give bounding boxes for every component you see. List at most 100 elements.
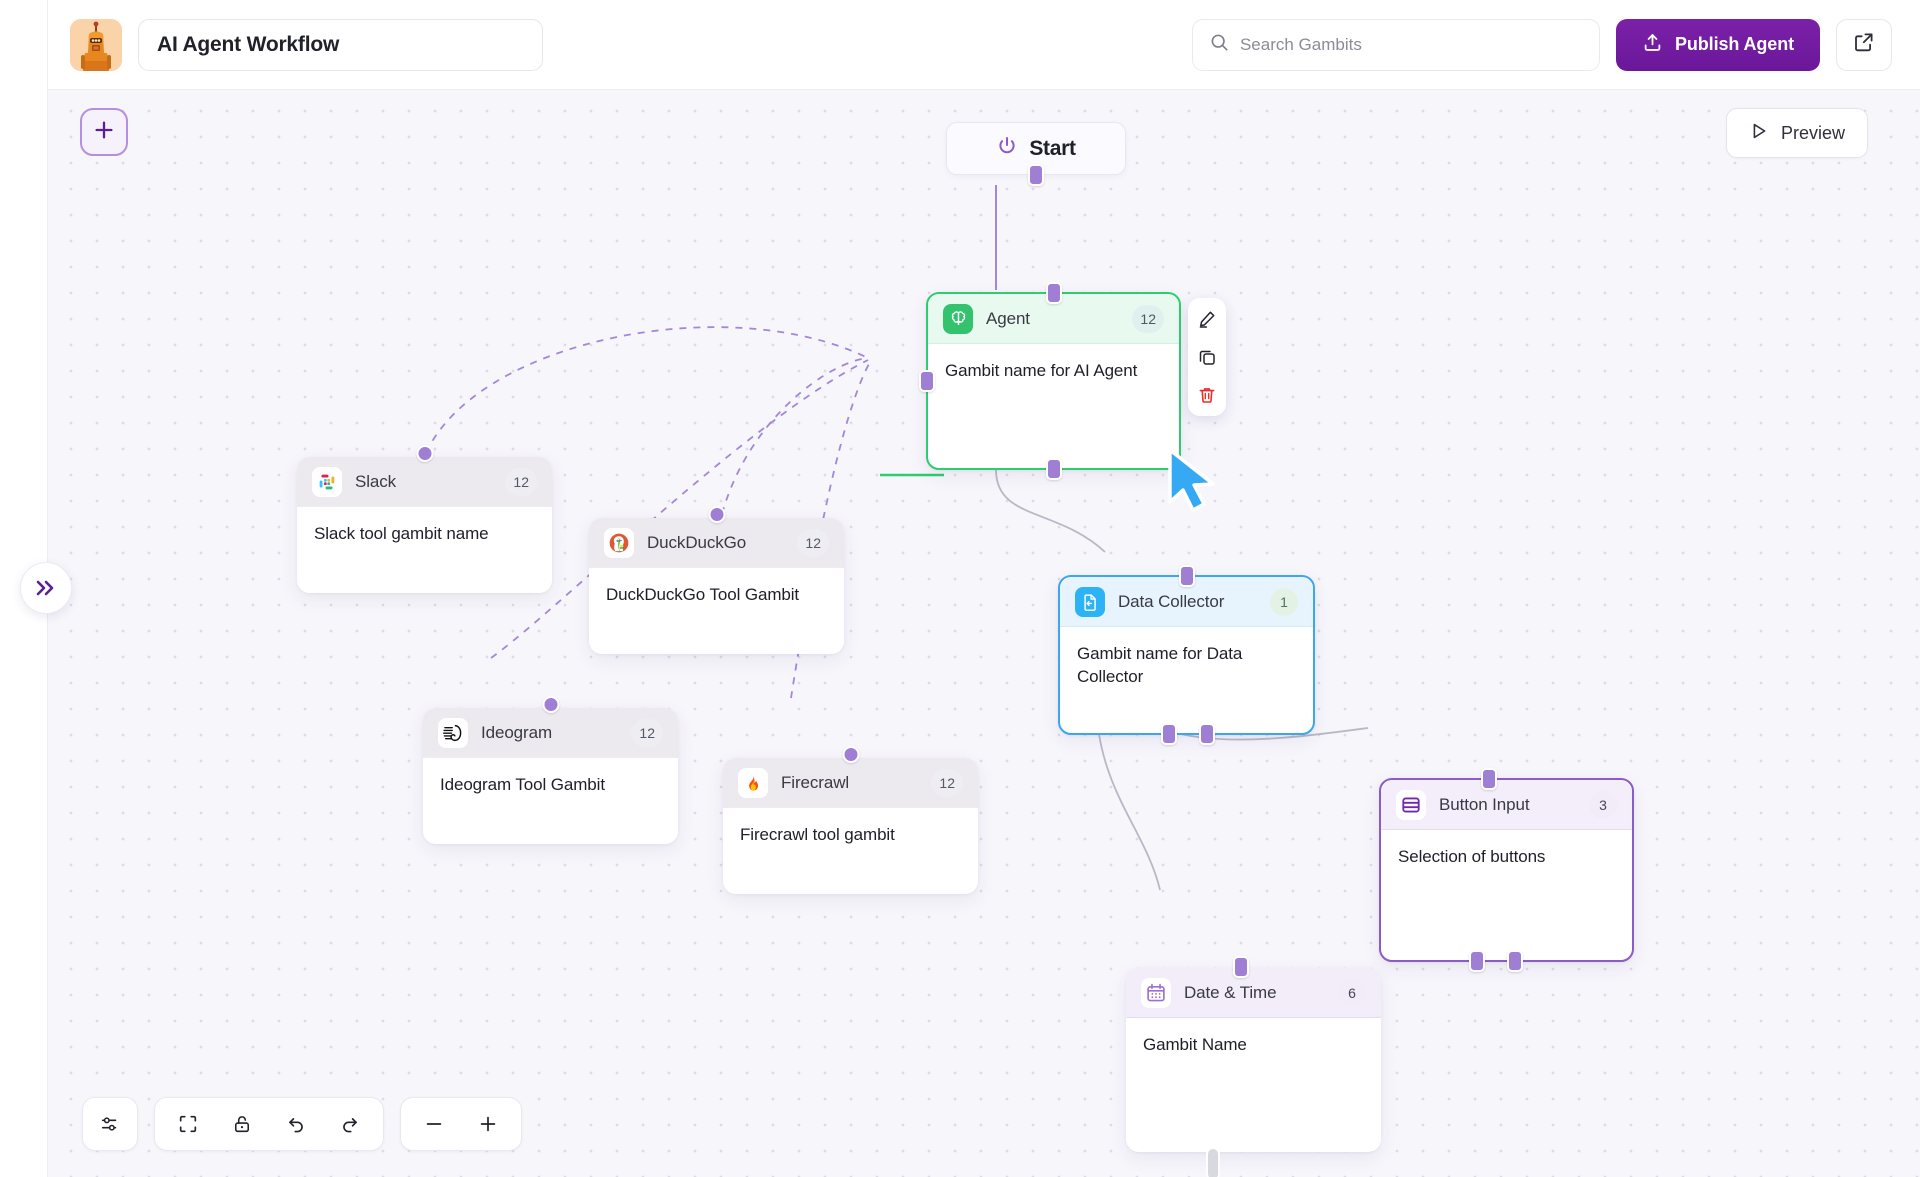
node-firecrawl-output-handle[interactable]	[842, 746, 859, 763]
node-ideogram-badge: 12	[631, 719, 663, 747]
node-agent-inner: Agent 12 Gambit name for AI Agent	[928, 294, 1179, 468]
node-firecrawl-body: Firecrawl tool gambit	[723, 808, 978, 861]
canvas-scrollbar-thumb[interactable]	[1206, 1147, 1220, 1177]
node-button-input-output-handle-2[interactable]	[1507, 950, 1523, 972]
calendar-icon	[1141, 978, 1171, 1008]
node-agent-title: Agent	[986, 309, 1119, 329]
node-ideogram-output-handle[interactable]	[542, 696, 559, 713]
publish-agent-button[interactable]: Publish Agent	[1616, 19, 1820, 71]
start-node-label: Start	[1029, 137, 1075, 161]
node-ideogram[interactable]: Ideogram 12 Ideogram Tool Gambit	[423, 708, 678, 844]
pencil-icon	[1197, 309, 1217, 329]
node-ideogram-inner: Ideogram 12 Ideogram Tool Gambit	[423, 708, 678, 844]
canvas-settings-button[interactable]	[83, 1097, 137, 1151]
play-icon	[1749, 121, 1769, 146]
edge-slack-to-agent	[426, 327, 868, 453]
node-slack-title: Slack	[355, 472, 492, 492]
workflow-canvas[interactable]: Preview Start	[48, 90, 1920, 1177]
node-button-input-title: Button Input	[1439, 795, 1576, 815]
start-node-output-handle[interactable]	[1028, 164, 1044, 186]
undo-icon	[285, 1113, 307, 1135]
duplicate-node-button[interactable]	[1194, 344, 1220, 370]
node-data-collector-title: Data Collector	[1118, 592, 1257, 612]
node-agent-toolbar[interactable]	[1188, 298, 1226, 416]
node-agent-input-handle[interactable]	[1046, 282, 1062, 304]
slack-icon	[312, 467, 342, 497]
node-data-collector-inner: Data Collector 1 Gambit name for Data Co…	[1060, 577, 1313, 733]
node-date-time-badge: 6	[1338, 979, 1366, 1007]
node-duckduckgo-title: DuckDuckGo	[647, 533, 784, 553]
node-date-time-header: Date & Time 6	[1126, 968, 1381, 1018]
node-data-collector-input-handle[interactable]	[1179, 565, 1195, 587]
node-firecrawl-title: Firecrawl	[781, 773, 918, 793]
node-slack[interactable]: Slack 12 Slack tool gambit name	[297, 457, 552, 593]
node-date-time[interactable]: Date & Time 6 Gambit Name	[1126, 968, 1381, 1152]
chevron-double-right-icon	[33, 578, 59, 598]
ideogram-icon	[438, 718, 468, 748]
node-button-input-output-handle-1[interactable]	[1469, 950, 1485, 972]
node-duckduckgo-badge: 12	[797, 529, 829, 557]
unlock-icon	[231, 1113, 253, 1135]
add-node-button[interactable]	[80, 108, 128, 156]
canvas-bottom-toolbar	[82, 1097, 522, 1151]
fit-view-button[interactable]	[161, 1097, 215, 1151]
zoom-in-button[interactable]	[461, 1097, 515, 1151]
undo-button[interactable]	[269, 1097, 323, 1151]
node-duckduckgo-body: DuckDuckGo Tool Gambit	[589, 568, 844, 621]
open-external-button[interactable]	[1836, 19, 1892, 71]
workflow-title-input[interactable]	[157, 33, 524, 57]
edit-node-button[interactable]	[1194, 306, 1220, 332]
node-agent-output-handle[interactable]	[1046, 458, 1062, 480]
button-input-icon	[1396, 790, 1426, 820]
node-duckduckgo[interactable]: DuckDuckGo 12 DuckDuckGo Tool Gambit	[589, 518, 844, 654]
node-button-input[interactable]: Button Input 3 Selection of buttons	[1379, 778, 1634, 962]
node-firecrawl-header: Firecrawl 12	[723, 758, 978, 808]
avatar[interactable]	[70, 19, 122, 71]
node-button-input-input-handle[interactable]	[1481, 768, 1497, 790]
firecrawl-icon	[738, 768, 768, 798]
preview-button[interactable]: Preview	[1726, 108, 1868, 158]
copy-icon	[1197, 347, 1217, 367]
delete-node-button[interactable]	[1194, 382, 1220, 408]
robot-avatar-icon	[70, 19, 122, 71]
node-data-collector-badge: 1	[1270, 588, 1298, 616]
node-data-collector-output-handle-2[interactable]	[1199, 723, 1215, 745]
edge-duckduckgo-to-agent	[722, 358, 868, 514]
zoom-out-button[interactable]	[407, 1097, 461, 1151]
node-slack-inner: Slack 12 Slack tool gambit name	[297, 457, 552, 593]
node-duckduckgo-output-handle[interactable]	[708, 506, 725, 523]
node-button-input-body: Selection of buttons	[1381, 830, 1632, 883]
node-ideogram-header: Ideogram 12	[423, 708, 678, 758]
app-header: Publish Agent	[48, 0, 1920, 90]
node-agent-tool-handle[interactable]	[919, 370, 935, 392]
external-link-icon	[1853, 31, 1875, 58]
search-input[interactable]	[1240, 35, 1582, 55]
node-data-collector-output-handle-1[interactable]	[1161, 723, 1177, 745]
start-node[interactable]: Start	[946, 122, 1126, 175]
rail-expand-button[interactable]	[20, 562, 72, 614]
node-slack-output-handle[interactable]	[416, 445, 433, 462]
publish-agent-label: Publish Agent	[1675, 34, 1794, 55]
node-data-collector-body: Gambit name for Data Collector	[1060, 627, 1313, 704]
node-date-time-title: Date & Time	[1184, 983, 1325, 1003]
plus-icon	[93, 119, 115, 146]
minus-icon	[423, 1113, 445, 1135]
node-date-time-input-handle[interactable]	[1233, 956, 1249, 978]
app-root: Publish Agent	[0, 0, 1920, 1177]
lock-canvas-button[interactable]	[215, 1097, 269, 1151]
node-firecrawl-inner: Firecrawl 12 Firecrawl tool gambit	[723, 758, 978, 894]
edge-layer	[48, 90, 1920, 1177]
workflow-title-field[interactable]	[138, 19, 543, 71]
node-agent[interactable]: Agent 12 Gambit name for AI Agent	[926, 292, 1181, 470]
sliders-icon	[99, 1113, 121, 1135]
redo-button[interactable]	[323, 1097, 377, 1151]
duckduckgo-icon	[604, 528, 634, 558]
edge-agent-to-data-collector	[996, 470, 1105, 552]
settings-group	[82, 1097, 138, 1151]
canvas-actions-group	[154, 1097, 384, 1151]
search-gambits-field[interactable]	[1192, 19, 1600, 71]
node-agent-badge: 12	[1132, 305, 1164, 333]
node-firecrawl[interactable]: Firecrawl 12 Firecrawl tool gambit	[723, 758, 978, 894]
node-date-time-body: Gambit Name	[1126, 1018, 1381, 1071]
node-data-collector[interactable]: Data Collector 1 Gambit name for Data Co…	[1058, 575, 1315, 735]
